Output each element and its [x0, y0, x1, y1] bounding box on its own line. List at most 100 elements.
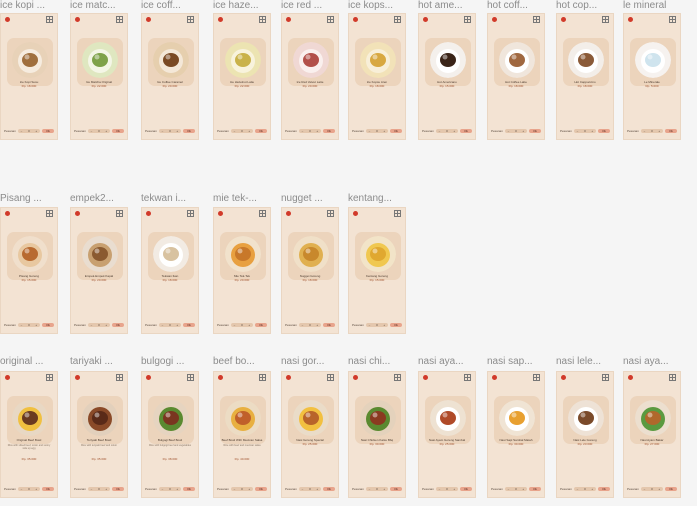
frame-label[interactable]: hot coff... [487, 0, 528, 12]
frame-label[interactable]: empek2... [70, 193, 114, 205]
plus-button[interactable]: + [591, 129, 593, 133]
minus-button[interactable]: − [21, 129, 23, 133]
frame-label[interactable]: hot ame... [418, 0, 462, 12]
add-to-order-button[interactable]: Ok [42, 128, 54, 133]
frame-label[interactable]: nasi chi... [348, 356, 390, 368]
quantity-stepper[interactable]: − 0 + [298, 128, 321, 133]
plus-button[interactable]: + [176, 323, 178, 327]
minus-button[interactable]: − [577, 487, 579, 491]
minus-button[interactable]: − [302, 129, 304, 133]
minus-button[interactable]: − [162, 129, 164, 133]
minus-button[interactable]: − [91, 487, 93, 491]
plus-button[interactable]: + [453, 129, 455, 133]
menu-card-frame[interactable]: Hot Americano Rp. 15.000 Pesanan −0 + Ok [418, 13, 476, 140]
quantity-stepper[interactable]: − 0 + [17, 486, 40, 491]
add-to-order-button[interactable]: Ok [255, 322, 267, 327]
minus-button[interactable]: − [302, 487, 304, 491]
minus-button[interactable]: − [162, 487, 164, 491]
quantity-stepper[interactable]: − 0 + [87, 322, 110, 327]
plus-button[interactable]: + [248, 129, 250, 133]
add-to-order-button[interactable]: Ok [42, 322, 54, 327]
quantity-stepper[interactable]: − 0 + [298, 322, 321, 327]
quantity-stepper[interactable]: − 0 + [230, 128, 253, 133]
frame-label[interactable]: ice haze... [213, 0, 259, 12]
quantity-stepper[interactable]: − 0 + [158, 486, 181, 491]
quantity-stepper[interactable]: − 0 + [504, 128, 527, 133]
quantity-stepper[interactable]: − 0 + [640, 486, 663, 491]
menu-card-frame[interactable]: Tekwan Ikan Rp. 18.000 Pesanan −0 + Ok [141, 207, 199, 334]
add-to-order-button[interactable]: Ok [323, 486, 335, 491]
minus-button[interactable]: − [234, 129, 236, 133]
menu-card-frame[interactable]: Ice Hazelnut Latte Rp. 22.000 Pesanan −0 + Ok [213, 13, 271, 140]
frame-label[interactable]: ice kopi ... [0, 0, 45, 12]
add-to-order-button[interactable]: Ok [112, 128, 124, 133]
add-to-order-button[interactable]: Ok [529, 128, 541, 133]
frame-label[interactable]: beef bo... [213, 356, 255, 368]
plus-button[interactable]: + [35, 487, 37, 491]
minus-button[interactable]: − [234, 323, 236, 327]
menu-card-frame[interactable]: Nasi Lele Goreng Rp. 23.000 Pesanan −0 + Ok [556, 371, 614, 498]
plus-button[interactable]: + [383, 323, 385, 327]
minus-button[interactable]: − [644, 129, 646, 133]
menu-card-frame[interactable]: Nasi Ayam Bakar Rp. 27.000 Pesanan −0 + Ok [623, 371, 681, 498]
frame-label[interactable]: kentang... [348, 193, 392, 205]
frame-label[interactable]: ice coff... [141, 0, 181, 12]
frame-label[interactable]: nugget ... [281, 193, 323, 205]
minus-button[interactable]: − [91, 129, 93, 133]
add-to-order-button[interactable]: Ok [665, 486, 677, 491]
plus-button[interactable]: + [453, 487, 455, 491]
plus-button[interactable]: + [105, 487, 107, 491]
add-to-order-button[interactable]: Ok [598, 486, 610, 491]
menu-card-frame[interactable]: Mie Tek-Tek Rp. 20.000 Pesanan −0 + Ok [213, 207, 271, 334]
minus-button[interactable]: − [21, 323, 23, 327]
quantity-stepper[interactable]: − 0 + [365, 486, 388, 491]
quantity-stepper[interactable]: − 0 + [230, 486, 253, 491]
menu-card-frame[interactable]: Hot Coffee Latte Rp. 18.000 Pesanan −0 + Ok [487, 13, 545, 140]
minus-button[interactable]: − [369, 323, 371, 327]
add-to-order-button[interactable]: Ok [598, 128, 610, 133]
frame-label[interactable]: ice red ... [281, 0, 322, 12]
plus-button[interactable]: + [248, 323, 250, 327]
minus-button[interactable]: − [302, 323, 304, 327]
quantity-stepper[interactable]: − 0 + [573, 486, 596, 491]
plus-button[interactable]: + [316, 487, 318, 491]
add-to-order-button[interactable]: Ok [460, 486, 472, 491]
add-to-order-button[interactable]: Ok [323, 322, 335, 327]
frame-label[interactable]: hot cop... [556, 0, 597, 12]
plus-button[interactable]: + [35, 323, 37, 327]
minus-button[interactable]: − [91, 323, 93, 327]
menu-card-frame[interactable]: Le Minerale Rp. 5.000 Pesanan −0 + Ok [623, 13, 681, 140]
menu-card-frame[interactable]: Bulgogi Beef Bowl Rp. 38.000 Rice with bul… [141, 371, 199, 498]
plus-button[interactable]: + [176, 487, 178, 491]
plus-button[interactable]: + [658, 129, 660, 133]
menu-card-frame[interactable]: Ice Matcha Original Rp. 22.000 Pesanan −0 + O… [70, 13, 128, 140]
frame-label[interactable]: le mineral [623, 0, 666, 12]
frame-label[interactable]: nasi aya... [418, 356, 464, 368]
minus-button[interactable]: − [369, 129, 371, 133]
minus-button[interactable]: − [577, 129, 579, 133]
add-to-order-button[interactable]: Ok [323, 128, 335, 133]
add-to-order-button[interactable]: Ok [112, 486, 124, 491]
quantity-stepper[interactable]: − 0 + [365, 128, 388, 133]
minus-button[interactable]: − [439, 129, 441, 133]
add-to-order-button[interactable]: Ok [390, 486, 402, 491]
frame-label[interactable]: nasi aya... [623, 356, 669, 368]
minus-button[interactable]: − [369, 487, 371, 491]
minus-button[interactable]: − [508, 487, 510, 491]
minus-button[interactable]: − [234, 487, 236, 491]
minus-button[interactable]: − [508, 129, 510, 133]
frame-label[interactable]: nasi gor... [281, 356, 324, 368]
menu-card-frame[interactable]: Teriyaki Beef Bowl Rp. 35.000 Rice with te… [70, 371, 128, 498]
plus-button[interactable]: + [522, 487, 524, 491]
menu-card-frame[interactable]: Hot Cappuccino Rp. 18.000 Pesanan −0 + Ok [556, 13, 614, 140]
plus-button[interactable]: + [316, 129, 318, 133]
plus-button[interactable]: + [105, 323, 107, 327]
quantity-stepper[interactable]: − 0 + [435, 128, 458, 133]
add-to-order-button[interactable]: Ok [390, 322, 402, 327]
menu-card-frame[interactable]: Kentang Goreng Rp. 15.000 Pesanan −0 + Ok [348, 207, 406, 334]
menu-card-frame[interactable]: Nasi Ayam Goreng Sambal Rp. 25.000 Pesanan… [418, 371, 476, 498]
frame-label[interactable]: tariyaki ... [70, 356, 113, 368]
add-to-order-button[interactable]: Ok [255, 128, 267, 133]
quantity-stepper[interactable]: − 0 + [298, 486, 321, 491]
menu-card-frame[interactable]: Ice Red Velvet Latte Rp. 20.000 Pesanan −0 +… [281, 13, 339, 140]
